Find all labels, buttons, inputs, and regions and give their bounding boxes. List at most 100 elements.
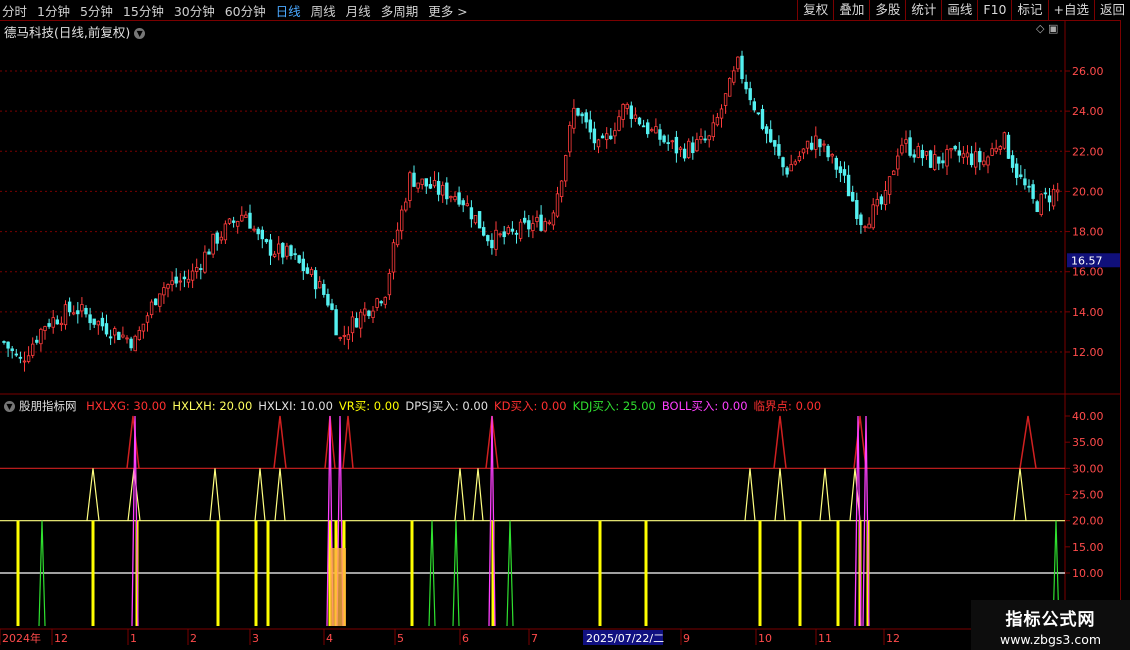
- candle-body: [933, 154, 937, 170]
- candle-body: [108, 336, 113, 339]
- signal-spike: [454, 468, 466, 521]
- candle-body: [1010, 155, 1015, 168]
- candle-body: [354, 318, 359, 328]
- candle-body: [502, 231, 506, 238]
- candle-body: [744, 81, 748, 90]
- candle-body: [752, 101, 756, 111]
- candle-body: [490, 239, 494, 249]
- candle-body: [732, 70, 736, 83]
- stock-title[interactable]: 德马科技(日线,前复权) ▼: [4, 22, 146, 41]
- candle-body: [129, 338, 133, 349]
- diamond-icon[interactable]: ◇: [1036, 22, 1044, 35]
- indicator-tick-label: 25.00: [1072, 489, 1104, 502]
- candle-body: [588, 119, 592, 133]
- candle-body: [506, 227, 510, 234]
- candle-body: [252, 228, 256, 231]
- candle-body: [190, 270, 195, 281]
- candle-body: [773, 140, 777, 147]
- candle-body: [678, 147, 683, 150]
- signal-spike: [209, 468, 221, 521]
- candle-body: [646, 122, 650, 135]
- candle-body: [719, 108, 724, 119]
- date-tick-label: 5: [397, 632, 404, 645]
- right-side-panel[interactable]: [1120, 20, 1130, 630]
- date-tick-label: 6: [462, 632, 469, 645]
- candle-body: [703, 138, 707, 141]
- indicator-tick-label: 40.00: [1072, 410, 1104, 423]
- candle-body: [699, 136, 703, 140]
- candle-body: [35, 339, 39, 343]
- candle-body: [584, 112, 588, 123]
- candle-body: [830, 154, 834, 157]
- candle-body: [141, 323, 146, 332]
- candle-body: [641, 125, 646, 128]
- signal-spike: [819, 468, 831, 521]
- candle-body: [621, 104, 625, 120]
- candle-body: [924, 151, 929, 156]
- date-tick-label: 9: [683, 632, 690, 645]
- candle-body: [158, 293, 162, 307]
- date-tick-label: 10: [758, 632, 772, 645]
- date-tick-label: 12: [886, 632, 900, 645]
- signal-spike: [853, 415, 867, 469]
- candle-body: [342, 335, 346, 337]
- indicator-value: BOLL买入: 0.00: [661, 399, 748, 413]
- candle-body: [514, 232, 519, 235]
- candle-body: [715, 117, 720, 126]
- stock-title-text: 德马科技(日线,前复权): [4, 25, 131, 40]
- candle-body: [338, 337, 342, 339]
- candle-body: [965, 152, 970, 158]
- candle-body: [670, 140, 674, 143]
- indicator-tick-label: 10.00: [1072, 567, 1104, 580]
- candle-body: [896, 155, 900, 170]
- candle-body: [211, 233, 215, 255]
- candle-body: [281, 242, 285, 258]
- indicator-value: DPSJ买入: 0.00: [405, 399, 489, 413]
- candle-body: [568, 125, 572, 153]
- chevron-down-icon[interactable]: ▼: [4, 401, 15, 412]
- indicator-value: VR买: 0.00: [338, 399, 400, 413]
- candle-body: [145, 315, 150, 323]
- price-tick-label: 12.00: [1072, 346, 1104, 359]
- candle-body: [851, 191, 855, 202]
- candle-body: [1039, 193, 1043, 215]
- candle-body: [367, 310, 371, 317]
- candle-body: [711, 122, 715, 138]
- candle-body: [322, 283, 326, 295]
- candle-body: [531, 223, 535, 231]
- candle-body: [769, 129, 773, 143]
- candle-body: [1023, 178, 1027, 186]
- candle-body: [2, 341, 6, 343]
- candle-body: [137, 330, 141, 341]
- indicator-tick-label: 15.00: [1072, 541, 1104, 554]
- current-price-label: 16.57: [1071, 254, 1103, 267]
- candle-body: [399, 209, 404, 232]
- candle-body: [764, 126, 769, 134]
- candle-body: [449, 196, 453, 199]
- candle-body: [371, 310, 375, 319]
- kline-chart[interactable]: 26.00 24.00 22.00 20.00 18.00 16.00 14.00 12.00…: [0, 0, 1130, 650]
- candle-body: [203, 251, 207, 273]
- candle-body: [494, 229, 498, 250]
- candle-body: [285, 245, 289, 257]
- watermark: 指标公式网 www.zbgs3.com: [971, 600, 1130, 650]
- candle-body: [293, 253, 297, 256]
- candle-body: [535, 216, 539, 222]
- candle-body: [498, 233, 502, 236]
- candle-body: [477, 211, 482, 229]
- window-icon[interactable]: ▣: [1048, 22, 1058, 35]
- candle-body: [756, 112, 761, 115]
- candle-body: [63, 304, 68, 326]
- candle-body: [695, 139, 699, 152]
- chevron-down-icon[interactable]: ▼: [134, 28, 146, 39]
- candle-body: [231, 220, 236, 223]
- candle-body: [625, 103, 629, 109]
- indicator-value: HXLXH: 20.00: [172, 399, 253, 413]
- candle-body: [961, 153, 966, 158]
- candle-body: [383, 296, 387, 305]
- candle-body: [814, 135, 818, 150]
- price-tick-label: 20.00: [1072, 185, 1104, 198]
- indicator-name[interactable]: 股朋指标网: [19, 399, 77, 413]
- candle-body: [166, 284, 170, 289]
- candle-body: [43, 326, 47, 331]
